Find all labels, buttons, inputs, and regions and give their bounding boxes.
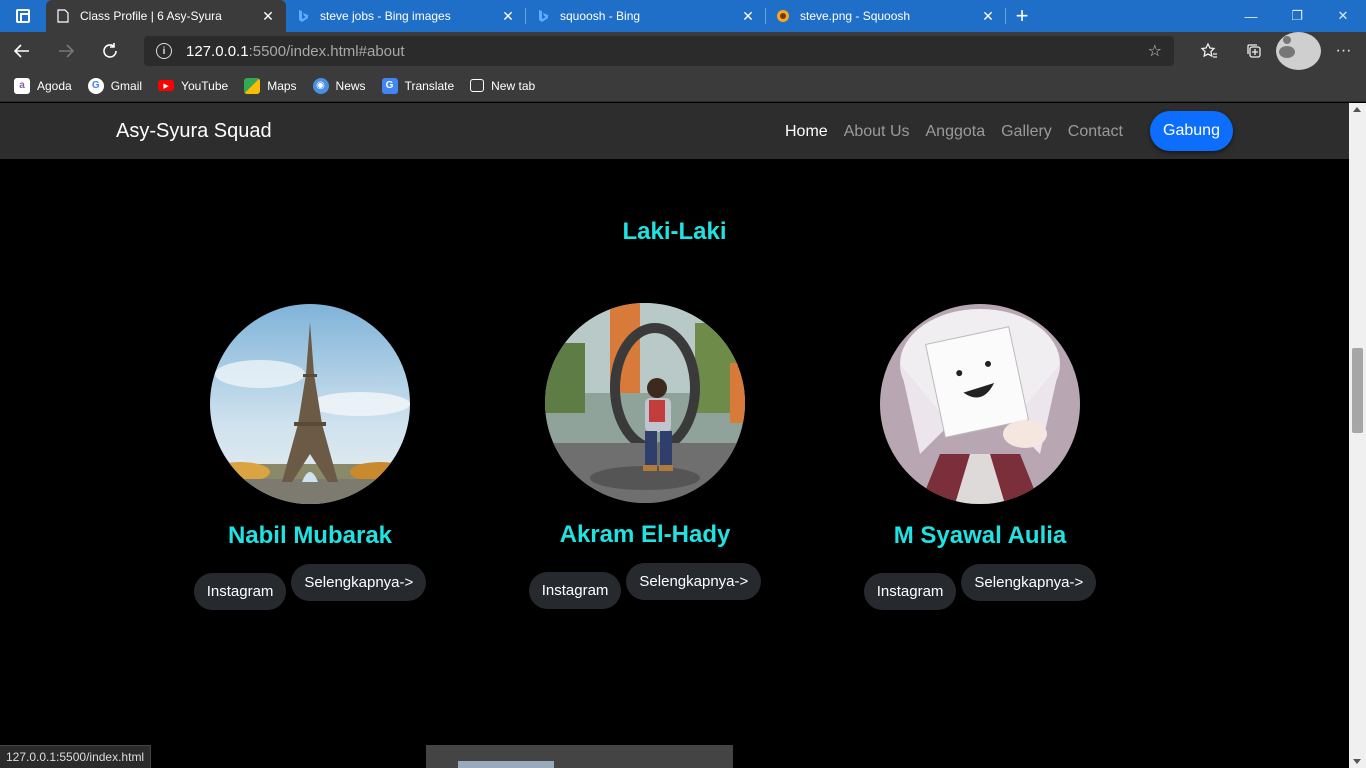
- bookmark-gmail[interactable]: G Gmail: [87, 77, 142, 94]
- member-actions: Instagram Selengkapnya->: [845, 564, 1115, 610]
- youtube-icon: ▶: [158, 80, 175, 91]
- tab-squoosh-bing[interactable]: squoosh - Bing ✕: [526, 0, 766, 32]
- window-controls: — ❐ ✕: [1228, 0, 1366, 32]
- page-scrollbar[interactable]: [1349, 103, 1366, 768]
- bing-icon: [296, 9, 310, 23]
- reload-button[interactable]: [88, 32, 132, 70]
- profile-button[interactable]: [1276, 32, 1321, 70]
- site-menu: Home About Us Anggota Gallery Contact: [785, 123, 1139, 141]
- maps-icon: [244, 77, 261, 94]
- address-toolbar: i 127.0.0.1:5500/index.html#about ☆ ···: [0, 32, 1366, 70]
- bing-icon: [536, 9, 550, 23]
- instagram-button[interactable]: Instagram: [528, 572, 622, 609]
- squoosh-icon: [776, 9, 790, 23]
- bookmark-agoda[interactable]: a Agoda: [14, 77, 72, 94]
- site-navbar: Asy-Syura Squad Home About Us Anggota Ga…: [0, 103, 1349, 159]
- news-icon: ◉: [312, 77, 329, 94]
- status-bar-url: 127.0.0.1:5500/index.html: [0, 745, 152, 768]
- scrollbar-thumb[interactable]: [1352, 348, 1363, 433]
- bookmark-translate[interactable]: G Translate: [381, 77, 454, 94]
- nav-gallery[interactable]: Gallery: [1001, 123, 1052, 141]
- instagram-button[interactable]: Instagram: [863, 573, 957, 610]
- member-card: Nabil Mubarak Instagram Selengkapnya->: [175, 304, 445, 610]
- bookmark-new-tab[interactable]: New tab: [470, 79, 535, 93]
- back-arrow-icon: [13, 44, 29, 58]
- toolbar-buttons: ···: [1186, 32, 1366, 70]
- member-name: Nabil Mubarak: [227, 522, 393, 549]
- profile-avatar-icon: [1276, 32, 1321, 70]
- url-text: 127.0.0.1:5500/index.html#about: [186, 42, 405, 60]
- tab-class-profile[interactable]: Class Profile | 6 Asy-Syura ✕: [46, 0, 286, 32]
- member-name: M Syawal Aulia: [893, 522, 1067, 549]
- more-button[interactable]: Selengkapnya->: [626, 563, 762, 600]
- close-tab-icon[interactable]: ✕: [740, 8, 756, 25]
- bookmarks-bar: a Agoda G Gmail ▶ YouTube Maps ◉ News G …: [0, 70, 1366, 102]
- favorites-icon[interactable]: [1186, 32, 1231, 70]
- scroll-up-icon[interactable]: [1353, 107, 1361, 112]
- restore-icon[interactable]: ❐: [1274, 0, 1320, 32]
- address-bar[interactable]: i 127.0.0.1:5500/index.html#about ☆: [144, 36, 1174, 66]
- next-section-image: [426, 745, 733, 768]
- member-actions: Instagram Selengkapnya->: [510, 563, 780, 609]
- site-brand[interactable]: Asy-Syura Squad: [116, 120, 272, 143]
- minimize-icon[interactable]: —: [1228, 0, 1274, 32]
- page-icon: [56, 9, 70, 23]
- tab-title: steve jobs - Bing images: [320, 9, 451, 23]
- site-info-icon[interactable]: i: [156, 43, 172, 59]
- tab-steve-jobs-bing[interactable]: steve jobs - Bing images ✕: [286, 0, 526, 32]
- back-button[interactable]: [0, 32, 44, 70]
- member-photo-eiffel-tower: [210, 304, 410, 504]
- tab-title: steve.png - Squoosh: [800, 9, 911, 23]
- add-favorite-icon[interactable]: ☆: [1148, 41, 1162, 61]
- scroll-down-icon[interactable]: [1353, 759, 1361, 764]
- web-page: Asy-Syura Squad Home About Us Anggota Ga…: [0, 103, 1349, 768]
- member-actions: Instagram Selengkapnya->: [175, 564, 445, 610]
- tab-actions-icon[interactable]: [0, 0, 46, 32]
- bookmark-news[interactable]: ◉ News: [312, 77, 366, 94]
- close-tab-icon[interactable]: ✕: [260, 8, 276, 25]
- member-name: Akram El-Hady: [559, 521, 731, 548]
- new-tab-button[interactable]: +: [1006, 0, 1038, 32]
- member-photo-anime-character: [880, 304, 1080, 504]
- member-photo-boy-swing: [545, 303, 745, 503]
- member-card: Akram El-Hady Instagram Selengkapnya->: [510, 303, 780, 609]
- join-button[interactable]: Gabung: [1150, 111, 1233, 151]
- close-window-icon[interactable]: ✕: [1320, 0, 1366, 32]
- reload-icon: [103, 43, 117, 58]
- agoda-icon: a: [14, 77, 30, 94]
- bookmark-youtube[interactable]: ▶ YouTube: [158, 79, 228, 93]
- more-button[interactable]: Selengkapnya->: [961, 564, 1097, 601]
- translate-icon: G: [381, 77, 398, 94]
- more-button[interactable]: Selengkapnya->: [291, 564, 427, 601]
- tab-title: squoosh - Bing: [560, 9, 641, 23]
- collections-icon[interactable]: [1231, 32, 1276, 70]
- close-tab-icon[interactable]: ✕: [980, 8, 996, 25]
- settings-more-icon[interactable]: ···: [1321, 32, 1366, 70]
- forward-button[interactable]: [44, 32, 88, 70]
- forward-arrow-icon: [59, 44, 75, 58]
- tab-title: Class Profile | 6 Asy-Syura: [80, 9, 222, 23]
- nav-home[interactable]: Home: [785, 123, 828, 141]
- bookmark-maps[interactable]: Maps: [244, 77, 297, 94]
- member-card: M Syawal Aulia Instagram Selengkapnya->: [845, 304, 1115, 610]
- nav-anggota[interactable]: Anggota: [926, 123, 986, 141]
- newtab-icon: [470, 79, 485, 92]
- instagram-button[interactable]: Instagram: [193, 573, 287, 610]
- tab-strip: Class Profile | 6 Asy-Syura ✕ steve jobs…: [0, 0, 1366, 32]
- close-tab-icon[interactable]: ✕: [500, 8, 516, 25]
- nav-about-us[interactable]: About Us: [844, 123, 910, 141]
- nav-contact[interactable]: Contact: [1068, 123, 1123, 141]
- section-title: Laki-Laki: [622, 218, 727, 245]
- tab-steve-squoosh[interactable]: steve.png - Squoosh ✕: [766, 0, 1006, 32]
- google-icon: G: [87, 77, 104, 94]
